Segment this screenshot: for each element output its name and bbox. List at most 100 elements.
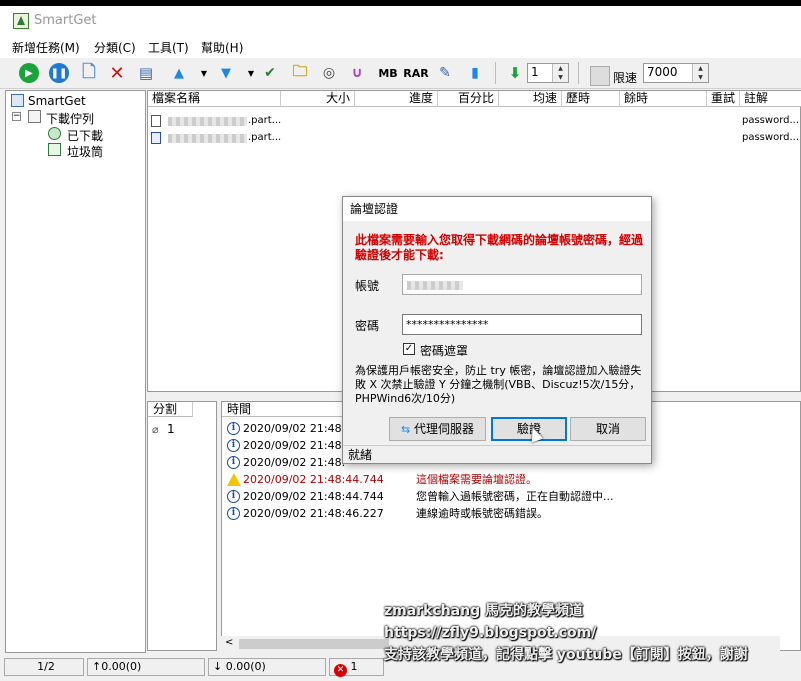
col-elapsed[interactable]: 歷時 (562, 91, 620, 107)
threads-spinner[interactable]: 1 ▲ ▼ (527, 63, 569, 83)
status-errors: ✕ 1 (329, 658, 384, 677)
table-row[interactable]: .part... password... (148, 130, 801, 146)
dialog-warning: 此檔案需要輸入您取得下載網碼的論壇帳號密碼，經過驗證後才能下載: (355, 233, 644, 262)
status-count: 1/2 (4, 658, 84, 676)
status-upload: ↑0.00(0) (87, 658, 205, 676)
limit-spin-buttons[interactable]: ▲ ▼ (692, 64, 708, 82)
info-icon: i (227, 490, 240, 503)
log-time: 2020/09/02 21:48: (243, 439, 346, 452)
rar-icon[interactable]: RAR (403, 63, 428, 83)
move-down-dropdown-icon[interactable]: ▼ (241, 63, 261, 83)
queue-icon (28, 110, 41, 123)
mb-icon[interactable]: MB (377, 63, 399, 83)
menu-tools[interactable]: 工具(T) (148, 39, 189, 56)
col-percent[interactable]: 百分比 (438, 91, 499, 107)
log-time: 2020/09/02 21:48:46.227 (243, 507, 384, 520)
edit-icon[interactable]: ✎ (435, 63, 455, 83)
proxy-button-label: 代理伺服器 (414, 422, 475, 436)
watermark-line-3: 支持該教學頻道，記得點擊 youtube【訂閱】按鈕，謝謝 (384, 647, 748, 663)
move-up-icon[interactable]: ▲ (169, 63, 189, 83)
log-time: 2020/09/02 21:48:44.744 (243, 473, 384, 486)
password-mask-checkbox[interactable]: ✓ (403, 343, 415, 355)
col-retry[interactable]: 重試 (707, 91, 740, 107)
limit-checkbox[interactable] (590, 66, 610, 86)
limit-label: 限速 (613, 71, 638, 85)
computer-icon (11, 94, 24, 107)
delete-icon[interactable]: ✕ (107, 63, 127, 84)
menu-new-task[interactable]: 新增任務(M) (12, 39, 80, 56)
log-row: i 2020/09/02 21:48:44.744 您曾輸入過帳號密碼，正在自動… (222, 488, 801, 505)
log-time: 2020/09/02 21:48: (243, 456, 346, 469)
import-icon[interactable]: ▮ (465, 63, 485, 83)
tree-item-queue[interactable]: 下載佇列 (46, 110, 94, 127)
account-field[interactable] (402, 274, 642, 295)
menu-category[interactable]: 分類(C) (94, 39, 136, 56)
pause-icon[interactable]: ❚❚ (49, 63, 69, 83)
app-tree-icon (13, 13, 29, 29)
threads-value: 1 (531, 65, 539, 79)
threads-icon: ⬇ (508, 64, 522, 82)
col-progress[interactable]: 進度 (355, 91, 438, 107)
status-error-count: 1 (350, 660, 358, 673)
properties-icon[interactable]: ▤ (136, 63, 156, 83)
tree-item-trash[interactable]: 垃圾筒 (67, 143, 103, 160)
tree-collapse-icon[interactable]: − (12, 112, 21, 121)
paperclip-icon: ⌀ (152, 423, 159, 436)
downloaded-icon (48, 127, 61, 140)
proxy-button[interactable]: ⇆ 代理伺服器 (389, 417, 486, 441)
threads-spin-buttons[interactable]: ▲ ▼ (552, 64, 568, 82)
password-mask-label: 密碼遮罩 (420, 344, 469, 358)
redacted-filename (168, 117, 247, 126)
cancel-button[interactable]: 取消 (570, 417, 646, 441)
row-filename-suffix: .part... (248, 115, 282, 126)
check-update-icon[interactable]: ✔ (260, 63, 280, 83)
redacted-filename (168, 134, 247, 143)
col-note[interactable]: 註解 (740, 91, 801, 107)
toolbar: ▶ ❚❚ 🗋 ✕ ▤ ▲ ▼ ▼ ▼ ✔ 🗀 ◎ ∪ MB RAR ✎ ▮ ⬇ … (0, 58, 801, 89)
tree-item-downloaded[interactable]: 已下載 (67, 127, 103, 144)
trash-icon (48, 143, 61, 156)
password-label: 密碼 (355, 319, 380, 333)
tree-root[interactable]: SmartGet (28, 94, 86, 108)
row-note: password... (742, 132, 800, 143)
limit-spinner[interactable]: 7000 ▲ ▼ (643, 63, 709, 83)
password-field[interactable]: *************** (402, 314, 642, 335)
file-icon (151, 115, 161, 127)
watermark: zmarkchang 馬克的教學頻道 https://zfly9.blogspo… (384, 600, 748, 666)
start-icon[interactable]: ▶ (19, 63, 39, 83)
proxy-icon: ⇆ (400, 423, 411, 436)
split-header[interactable]: 分割 (148, 402, 193, 417)
menu-bar: 新增任務(M) 分類(C) 工具(T) 幫助(H) (0, 36, 801, 58)
title-bar: SmartGet (0, 6, 801, 36)
col-avg-speed[interactable]: 均速 (499, 91, 562, 107)
open-folder-icon[interactable]: 🗀 (290, 62, 310, 83)
info-icon: i (227, 422, 240, 435)
new-file-icon[interactable]: 🗋 (79, 62, 99, 83)
dialog-title: 論壇認證 (343, 197, 651, 221)
forum-auth-dialog: 論壇認證 此檔案需要輸入您取得下載網碼的論壇帳號密碼，經過驗證後才能下載: 帳號… (342, 196, 652, 464)
move-down-icon[interactable]: ▼ (216, 63, 236, 83)
info-icon: i (227, 439, 240, 452)
scrollbar-thumb[interactable] (239, 639, 389, 649)
log-message: 連線逾時或帳號密碼錯誤。 (416, 507, 548, 520)
category-tree: SmartGet − 下載佇列 已下載 垃圾筒 (5, 90, 146, 653)
log-row: i 2020/09/02 21:48:46.227 連線逾時或帳號密碼錯誤。 (222, 505, 801, 522)
col-filename[interactable]: 檔案名稱 (148, 91, 281, 107)
status-download: ↓ 0.00(0) (208, 658, 326, 676)
row-note: password... (742, 115, 800, 126)
binoculars-icon[interactable]: ◎ (319, 63, 339, 83)
col-remaining[interactable]: 餘時 (620, 91, 707, 107)
log-message: 這個檔案需要論壇認證。 (416, 473, 537, 486)
col-size[interactable]: 大小 (281, 91, 355, 107)
split-row[interactable]: 1 (167, 422, 175, 436)
info-icon: i (227, 507, 240, 520)
info-icon: i (227, 456, 240, 469)
magnet-icon[interactable]: ∪ (347, 63, 367, 83)
watermark-line-1: zmarkchang 馬克的教學頻道 (384, 603, 583, 619)
scroll-left-icon[interactable]: < (225, 637, 233, 648)
move-up-dropdown-icon[interactable]: ▼ (194, 63, 214, 83)
toolbar-separator (495, 62, 496, 84)
toolbar-separator (578, 62, 579, 84)
menu-help[interactable]: 幫助(H) (201, 39, 243, 56)
table-row[interactable]: .part... password... (148, 113, 801, 129)
